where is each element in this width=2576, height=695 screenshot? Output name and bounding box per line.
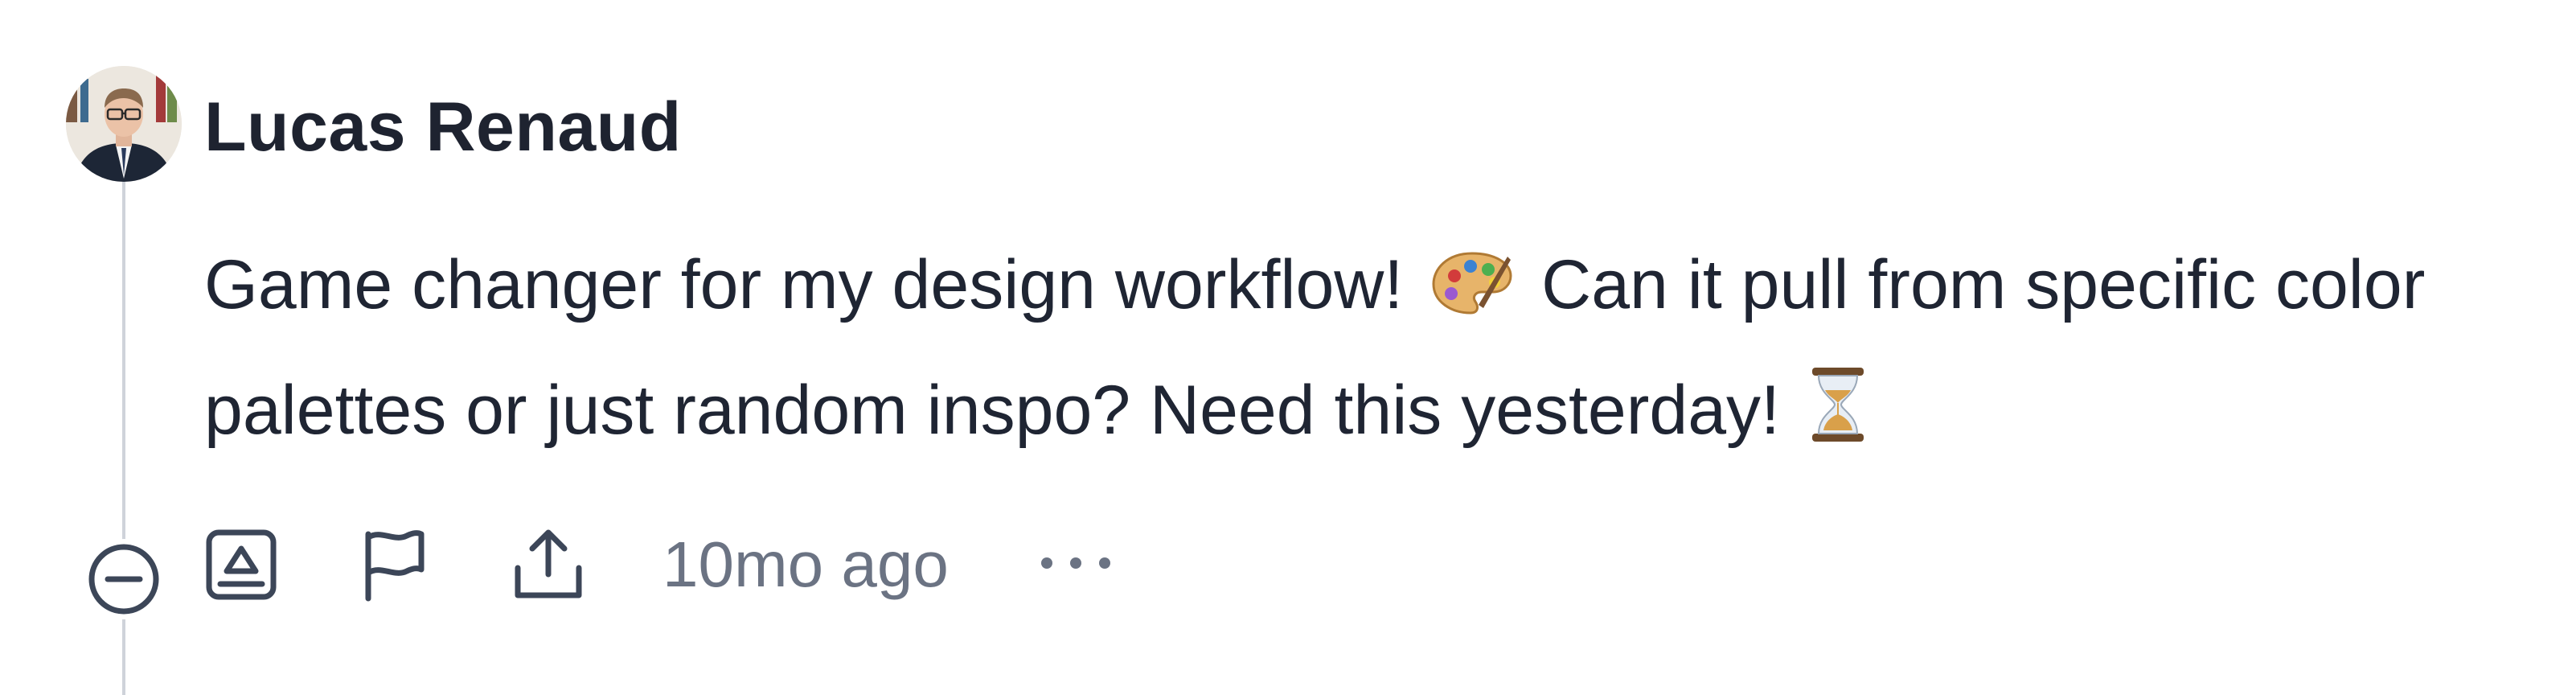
hourglass-emoji [1807,362,1868,478]
more-horizontal-icon [1041,557,1110,569]
timestamp: 10mo ago [662,528,949,600]
upvote-button[interactable] [204,528,278,606]
share-upload-icon [515,529,582,598]
palette-icon [1432,252,1512,315]
palette-emoji [1430,236,1514,352]
avatar-image [66,66,182,182]
upvote-square-icon [206,529,277,600]
flag-icon [365,530,425,602]
hourglass-icon [1811,368,1864,442]
comment-body: Game changer for my design workflow! Can… [204,227,2504,478]
share-button[interactable] [510,528,587,606]
comment-author[interactable]: Lucas Renaud [204,87,682,167]
minus-circle-icon [88,544,159,615]
comment-text-part1: Game changer for my design workflow! [204,246,1404,323]
report-button[interactable] [357,528,431,606]
avatar[interactable] [66,66,182,182]
more-options-button[interactable] [1036,547,1116,583]
collapse-thread-button[interactable] [84,539,164,619]
